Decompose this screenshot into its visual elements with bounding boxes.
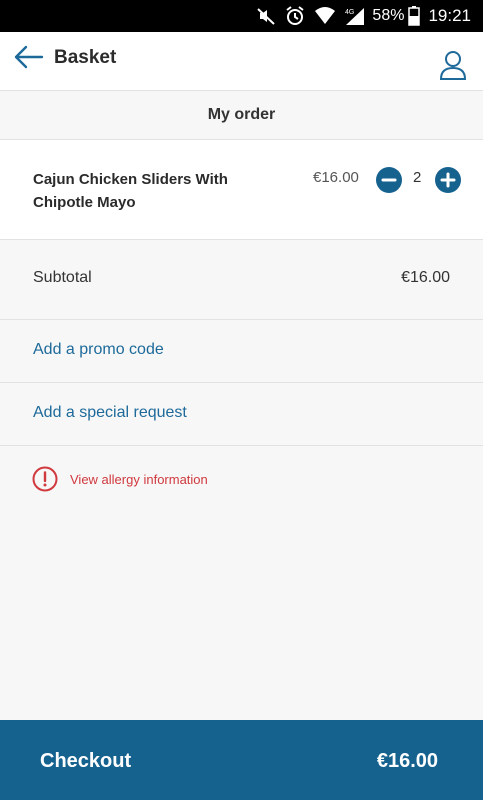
- item-price: €16.00: [313, 169, 359, 186]
- user-icon: [439, 51, 467, 80]
- item-quantity: 2: [413, 169, 422, 186]
- signal-icon: 4G: [344, 6, 366, 26]
- section-title: My order: [0, 91, 483, 140]
- plus-icon: [440, 172, 456, 188]
- back-button[interactable]: [14, 44, 44, 70]
- checkout-total: €16.00: [376, 750, 438, 772]
- item-name: Cajun Chicken Sliders With Chipotle Mayo: [33, 171, 228, 211]
- checkout-button[interactable]: Checkout €16.00: [0, 720, 483, 800]
- account-button[interactable]: [439, 50, 467, 80]
- arrow-left-icon: [14, 45, 44, 69]
- allergy-information-label: View allergy information: [70, 471, 208, 487]
- battery-icon: [408, 6, 421, 26]
- alert-icon: [32, 466, 58, 492]
- wifi-icon: [314, 6, 336, 26]
- decrease-quantity-button[interactable]: [376, 167, 402, 193]
- page-title: Basket: [54, 47, 117, 68]
- alarm-icon: [284, 5, 306, 27]
- checkout-label: Checkout: [40, 750, 132, 772]
- order-item: Cajun Chicken Sliders With Chipotle Mayo…: [0, 140, 483, 240]
- network-type: 4G: [345, 9, 354, 16]
- status-bar: 4G 58% 19:21: [0, 0, 483, 32]
- special-request-label: Add a special request: [33, 404, 187, 421]
- subtotal-row: Subtotal €16.00: [0, 240, 483, 320]
- subtotal-value: €16.00: [401, 269, 450, 286]
- promo-code-label: Add a promo code: [33, 341, 164, 358]
- increase-quantity-button[interactable]: [435, 167, 461, 193]
- minus-icon: [381, 178, 397, 182]
- subtotal-label: Subtotal: [33, 269, 92, 286]
- battery-percent: 58%: [372, 7, 405, 24]
- add-special-request-link[interactable]: Add a special request: [0, 383, 483, 446]
- mute-icon: [256, 6, 276, 26]
- add-promo-code-link[interactable]: Add a promo code: [0, 320, 483, 383]
- allergy-information-link[interactable]: View allergy information: [32, 466, 208, 492]
- app-bar: Basket: [0, 32, 483, 91]
- clock: 19:21: [428, 6, 471, 25]
